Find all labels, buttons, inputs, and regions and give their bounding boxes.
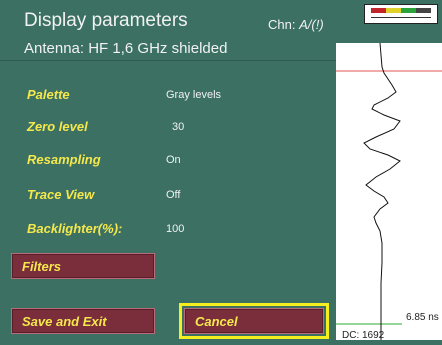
filters-button-label: Filters [22,258,62,274]
trace-waveform [336,42,442,340]
header-divider [0,60,336,61]
param-value-trace-view[interactable]: Off [166,189,180,201]
antenna-info: Antenna: HF 1,6 GHz shielded [24,40,228,57]
param-label-resampling: Resampling [27,152,101,167]
param-value-palette[interactable]: Gray levels [166,89,221,101]
level-bar-dark [416,8,431,13]
channel-label: Chn: [268,17,296,32]
param-value-resampling[interactable]: On [166,154,181,166]
filters-button[interactable]: Filters [11,253,155,279]
level-bar-green [401,8,416,13]
level-ticks [371,17,431,21]
level-bars [371,8,431,13]
save-and-exit-label: Save and Exit [22,313,107,329]
channel-indicator: Chn: A/(!) [268,17,324,32]
param-label-palette: Palette [27,87,70,102]
page-title: Display parameters [24,10,188,31]
save-and-exit-button[interactable]: Save and Exit [11,308,155,334]
dc-readout: DC: 1692 [342,330,385,341]
channel-value: A/(!) [299,17,324,32]
time-readout: 6.85 ns [406,312,439,323]
level-bar-yellow [386,8,401,13]
cancel-button[interactable]: Cancel [179,303,329,339]
param-label-trace-view: Trace View [27,187,95,202]
settings-panel: Display parameters Chn: A/(!) Antenna: H… [0,0,336,340]
param-value-backlighter[interactable]: 100 [166,223,184,235]
signal-level-indicator-icon [364,4,438,24]
cancel-label: Cancel [195,313,238,329]
param-label-zero-level: Zero level [27,119,88,134]
trace-line [363,42,401,340]
param-value-zero-level[interactable]: 30 [172,121,184,133]
param-label-backlighter: Backlighter(%): [27,221,123,236]
level-bar-red [371,8,386,13]
trace-view [336,42,442,340]
